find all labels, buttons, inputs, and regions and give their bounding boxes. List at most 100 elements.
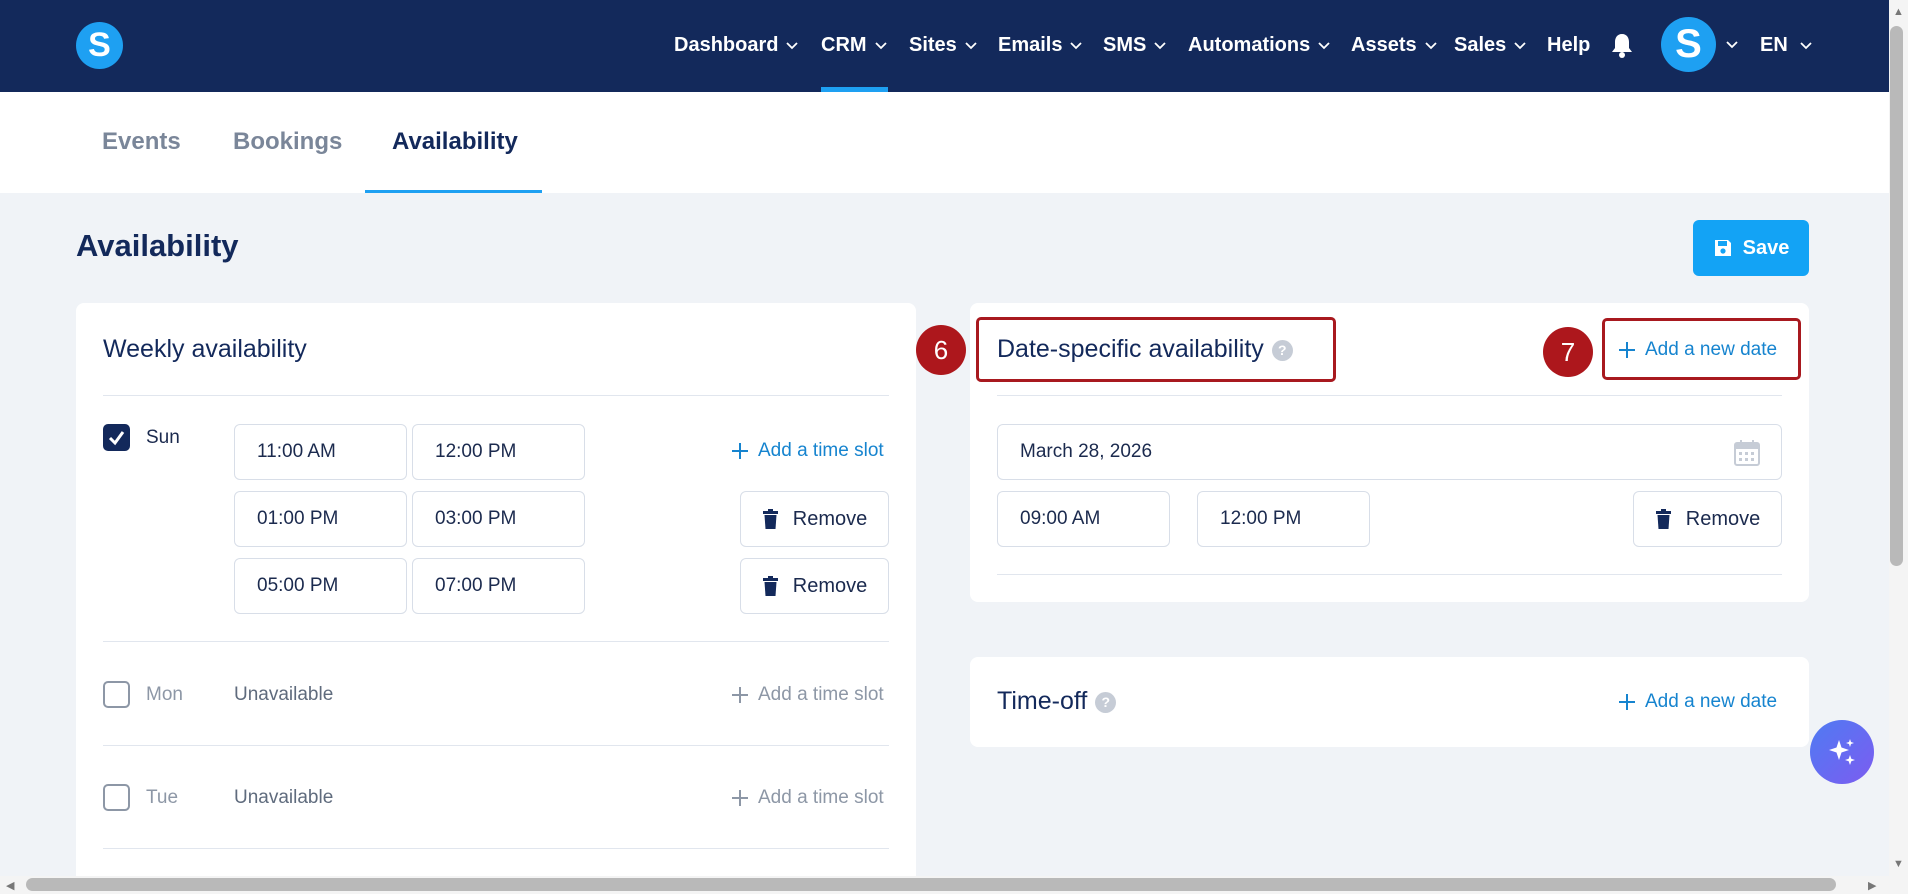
weekly-availability-title: Weekly availability bbox=[103, 335, 307, 363]
horizontal-scrollbar-thumb[interactable] bbox=[26, 878, 1836, 891]
plus-icon bbox=[732, 443, 748, 459]
floppy-disk-icon bbox=[1714, 240, 1731, 256]
mon-checkbox[interactable] bbox=[103, 681, 130, 708]
chevron-down-icon bbox=[1318, 42, 1330, 49]
sun-slot-1-start[interactable]: 11:00 AM bbox=[234, 424, 407, 480]
nav-help-label: Help bbox=[1547, 34, 1591, 56]
calendar-icon bbox=[1734, 440, 1760, 466]
nav-dashboard[interactable]: Dashboard bbox=[674, 0, 799, 92]
plus-icon bbox=[732, 790, 748, 806]
add-time-slot-label: Add a time slot bbox=[758, 684, 884, 705]
divider bbox=[103, 641, 889, 642]
bell-icon[interactable] bbox=[1611, 32, 1633, 58]
day-label-sun: Sun bbox=[146, 427, 180, 448]
trash-icon bbox=[762, 509, 778, 529]
time-off-title-text: Time-off bbox=[997, 687, 1088, 715]
remove-label: Remove bbox=[792, 574, 868, 597]
add-new-date-label: Add a new date bbox=[1645, 691, 1778, 712]
nav-emails[interactable]: Emails bbox=[998, 0, 1083, 92]
chevron-down-icon bbox=[874, 42, 887, 49]
ai-assistant-button[interactable] bbox=[1810, 720, 1874, 784]
save-button-label: Save bbox=[1742, 236, 1790, 259]
tab-bookings[interactable]: Bookings bbox=[233, 92, 342, 193]
nav-emails-label: Emails bbox=[998, 34, 1063, 56]
sun-slot-3-start[interactable]: 05:00 PM bbox=[234, 558, 407, 614]
tab-availability[interactable]: Availability bbox=[392, 92, 518, 193]
remove-label: Remove bbox=[1685, 507, 1761, 530]
plus-icon bbox=[732, 687, 748, 703]
nav-crm-label: CRM bbox=[821, 34, 867, 56]
language-selector[interactable]: EN bbox=[1760, 0, 1812, 92]
annotation-box-6 bbox=[976, 317, 1336, 382]
page-title: Availability bbox=[76, 228, 239, 263]
help-icon[interactable]: ? bbox=[1095, 691, 1117, 713]
sun-slot-2-end[interactable]: 03:00 PM bbox=[412, 491, 585, 547]
nav-sales[interactable]: Sales bbox=[1454, 0, 1526, 92]
checkmark-icon bbox=[108, 431, 125, 446]
nav-automations-label: Automations bbox=[1188, 34, 1311, 56]
scroll-down-arrow[interactable]: ▼ bbox=[1893, 858, 1904, 870]
annotation-badge-6: 6 bbox=[916, 325, 966, 375]
nav-assets-label: Assets bbox=[1351, 34, 1417, 56]
sun-checkbox[interactable] bbox=[103, 424, 130, 451]
tab-events[interactable]: Events bbox=[102, 92, 181, 193]
sun-slot-2-remove-button[interactable]: Remove bbox=[740, 491, 889, 547]
annotation-box-7 bbox=[1602, 318, 1801, 380]
sun-slot-2-start[interactable]: 01:00 PM bbox=[234, 491, 407, 547]
language-label: EN bbox=[1760, 34, 1788, 56]
user-avatar[interactable]: S bbox=[1661, 17, 1716, 72]
day-label-tue: Tue bbox=[146, 787, 179, 808]
chevron-down-icon bbox=[965, 42, 977, 49]
remove-label: Remove bbox=[792, 507, 868, 530]
chevron-down-icon bbox=[1070, 42, 1083, 49]
brand-logo[interactable]: S bbox=[76, 22, 123, 69]
save-button[interactable]: Save bbox=[1693, 220, 1809, 276]
scroll-left-arrow[interactable]: ◀ bbox=[6, 879, 14, 892]
mon-add-time-slot[interactable]: Add a time slot bbox=[730, 684, 884, 706]
date-slot-end[interactable]: 12:00 PM bbox=[1197, 491, 1370, 547]
nav-help[interactable]: Help bbox=[1547, 0, 1590, 92]
nav-sms-label: SMS bbox=[1103, 34, 1147, 56]
date-slot-remove-button[interactable]: Remove bbox=[1633, 491, 1782, 547]
scroll-up-arrow[interactable]: ▲ bbox=[1893, 6, 1904, 18]
nav-assets[interactable]: Assets bbox=[1351, 0, 1437, 92]
sun-slot-3-end[interactable]: 07:00 PM bbox=[412, 558, 585, 614]
nav-sites[interactable]: Sites bbox=[909, 0, 977, 92]
sparkles-icon bbox=[1829, 739, 1855, 765]
chevron-down-icon bbox=[1514, 42, 1526, 49]
sun-add-time-slot[interactable]: Add a time slot bbox=[730, 440, 884, 462]
nav-crm[interactable]: CRM bbox=[821, 0, 887, 92]
time-off-title: Time-off? bbox=[997, 687, 1117, 716]
nav-dashboard-label: Dashboard bbox=[674, 34, 779, 56]
divider bbox=[103, 745, 889, 746]
sub-tabs: Events Bookings Availability bbox=[0, 92, 1889, 193]
plus-icon bbox=[1619, 694, 1635, 710]
date-slot-start[interactable]: 09:00 AM bbox=[997, 491, 1170, 547]
top-navbar: S Dashboard CRM Sites Emails SMS Automat… bbox=[0, 0, 1889, 92]
nav-automations[interactable]: Automations bbox=[1188, 0, 1330, 92]
tue-add-time-slot[interactable]: Add a time slot bbox=[730, 787, 884, 809]
nav-sms[interactable]: SMS bbox=[1103, 0, 1166, 92]
vertical-scrollbar-thumb[interactable] bbox=[1890, 26, 1903, 566]
tue-unavailable-label: Unavailable bbox=[234, 787, 334, 808]
sun-slot-3-remove-button[interactable]: Remove bbox=[740, 558, 889, 614]
sun-slot-1-end[interactable]: 12:00 PM bbox=[412, 424, 585, 480]
chevron-down-icon[interactable] bbox=[1726, 41, 1738, 49]
tue-checkbox[interactable] bbox=[103, 784, 130, 811]
add-time-slot-label: Add a time slot bbox=[758, 440, 884, 461]
add-time-slot-label: Add a time slot bbox=[758, 787, 884, 808]
chevron-down-icon bbox=[1800, 42, 1812, 49]
date-picker-input[interactable]: March 28, 2026 bbox=[997, 424, 1782, 480]
nav-sites-label: Sites bbox=[909, 34, 957, 56]
chevron-down-icon bbox=[1424, 42, 1437, 49]
trash-icon bbox=[762, 576, 778, 596]
trash-icon bbox=[1655, 509, 1671, 529]
date-value: March 28, 2026 bbox=[1020, 441, 1153, 462]
divider bbox=[997, 574, 1782, 575]
time-off-add-new-date[interactable]: Add a new date bbox=[1617, 691, 1777, 713]
chevron-down-icon bbox=[1154, 42, 1166, 49]
divider bbox=[997, 395, 1782, 396]
day-label-mon: Mon bbox=[146, 684, 183, 705]
mon-unavailable-label: Unavailable bbox=[234, 684, 334, 705]
scroll-right-arrow[interactable]: ▶ bbox=[1868, 879, 1876, 892]
